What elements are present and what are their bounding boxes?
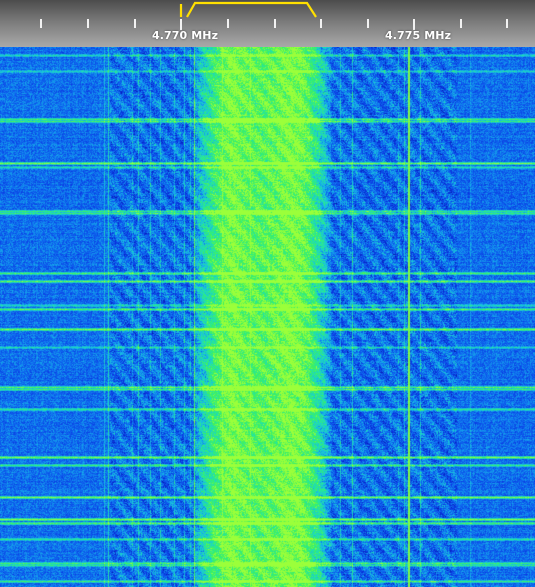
scale-tick (506, 19, 508, 28)
scale-tick (87, 19, 89, 28)
waterfall-display[interactable] (0, 47, 535, 587)
frequency-label-4775: 4.775 MHz (385, 29, 452, 42)
scale-tick (227, 19, 229, 28)
passband-trapezoid[interactable] (186, 1, 317, 18)
frequency-label-4770: 4.770 MHz (152, 29, 219, 42)
scale-tick (134, 19, 136, 28)
scale-tick (460, 19, 462, 28)
scale-tick (274, 19, 276, 28)
scale-tick (40, 19, 42, 28)
sdr-receiver-view: 4.770 MHz 4.775 MHz (0, 0, 535, 587)
scale-tick (320, 19, 322, 28)
waterfall-canvas[interactable] (0, 47, 535, 587)
scale-tick (367, 19, 369, 28)
passband-marker[interactable] (0, 0, 535, 20)
frequency-scale[interactable]: 4.770 MHz 4.775 MHz (0, 0, 535, 47)
